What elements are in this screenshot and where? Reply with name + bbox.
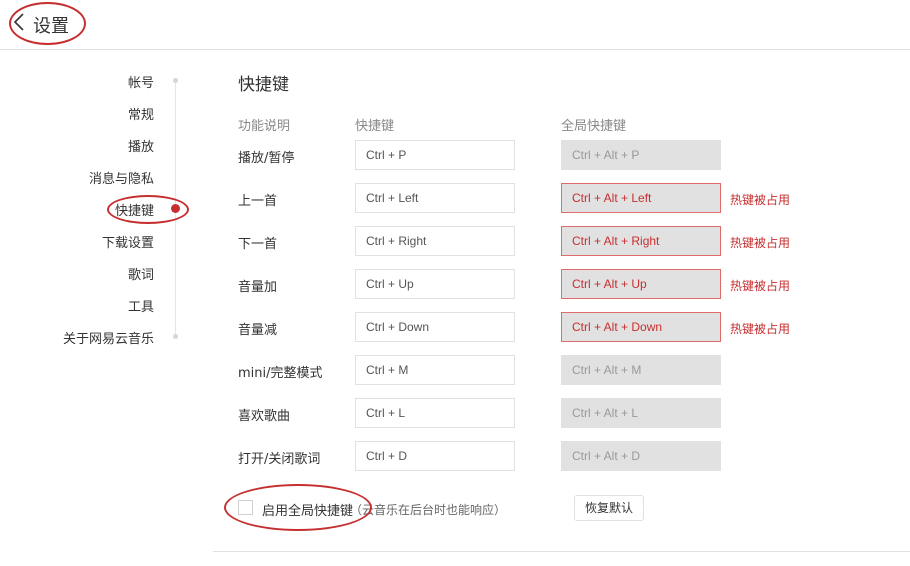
enable-global-label[interactable]: 启用全局快捷键 [262, 500, 353, 519]
global-shortcut-input-like-song[interactable]: Ctrl + Alt + L [561, 398, 721, 428]
column-header-shortcut: 快捷键 [355, 119, 395, 134]
column-header-global: 全局快捷键 [561, 119, 627, 134]
sidebar-item-tools[interactable]: 工具 [128, 296, 154, 315]
conflict-warning: 热键被占用 [730, 236, 791, 250]
row-label-volume-up: 音量加 [238, 280, 278, 295]
page-title: 设置 [33, 16, 69, 37]
sidebar-item-lyrics[interactable]: 歌词 [128, 264, 154, 283]
global-shortcut-input-play-pause[interactable]: Ctrl + Alt + P [561, 140, 721, 170]
row-label-next: 下一首 [238, 237, 278, 252]
global-shortcut-input-next[interactable]: Ctrl + Alt + Right [561, 226, 721, 256]
row-label-volume-down: 音量减 [238, 323, 278, 338]
row-label-mini-mode: mini/完整模式 [238, 366, 323, 381]
enable-global-checkbox[interactable] [238, 500, 253, 515]
sidebar-item-account[interactable]: 帐号 [128, 72, 154, 91]
shortcut-input-toggle-lyrics[interactable]: Ctrl + D [355, 441, 515, 471]
shortcut-input-next[interactable]: Ctrl + Right [355, 226, 515, 256]
enable-global-hint: （云音乐在后台时也能响应） [350, 503, 507, 517]
header-bar: 设置 [0, 0, 910, 50]
global-shortcut-input-toggle-lyrics[interactable]: Ctrl + Alt + D [561, 441, 721, 471]
chevron-left-icon [13, 13, 24, 31]
shortcut-input-play-pause[interactable]: Ctrl + P [355, 140, 515, 170]
section-title: 快捷键 [238, 75, 289, 95]
global-shortcut-input-mini-mode[interactable]: Ctrl + Alt + M [561, 355, 721, 385]
sidebar-item-download[interactable]: 下载设置 [102, 232, 154, 251]
shortcut-input-mini-mode[interactable]: Ctrl + M [355, 355, 515, 385]
shortcut-input-like-song[interactable]: Ctrl + L [355, 398, 515, 428]
column-header-function: 功能说明 [238, 119, 291, 134]
restore-defaults-button[interactable]: 恢复默认 [574, 495, 644, 521]
row-label-play-pause: 播放/暂停 [238, 151, 295, 166]
conflict-warning: 热键被占用 [730, 193, 791, 207]
nav-start-dot [173, 78, 178, 83]
shortcut-input-volume-up[interactable]: Ctrl + Up [355, 269, 515, 299]
divider [213, 551, 910, 552]
shortcut-input-volume-down[interactable]: Ctrl + Down [355, 312, 515, 342]
global-shortcut-input-volume-up[interactable]: Ctrl + Alt + Up [561, 269, 721, 299]
settings-nav: 帐号 常规 播放 消息与隐私 快捷键 下载设置 歌词 工具 关于网易云音乐 [0, 60, 200, 360]
row-label-toggle-lyrics: 打开/关闭歌词 [238, 452, 321, 467]
shortcut-input-previous[interactable]: Ctrl + Left [355, 183, 515, 213]
nav-end-dot [173, 334, 178, 339]
sidebar-item-general[interactable]: 常规 [128, 104, 154, 123]
row-label-previous: 上一首 [238, 194, 278, 209]
global-shortcut-input-previous[interactable]: Ctrl + Alt + Left [561, 183, 721, 213]
row-label-like-song: 喜欢歌曲 [238, 409, 291, 424]
conflict-warning: 热键被占用 [730, 279, 791, 293]
sidebar-item-playback[interactable]: 播放 [128, 136, 154, 155]
global-shortcut-input-volume-down[interactable]: Ctrl + Alt + Down [561, 312, 721, 342]
sidebar-item-shortcuts[interactable]: 快捷键 [115, 200, 154, 219]
conflict-warning: 热键被占用 [730, 322, 791, 336]
sidebar-item-privacy[interactable]: 消息与隐私 [89, 168, 154, 187]
back-button[interactable] [12, 12, 32, 36]
sidebar-item-about[interactable]: 关于网易云音乐 [63, 328, 154, 347]
active-indicator-dot [171, 204, 180, 213]
